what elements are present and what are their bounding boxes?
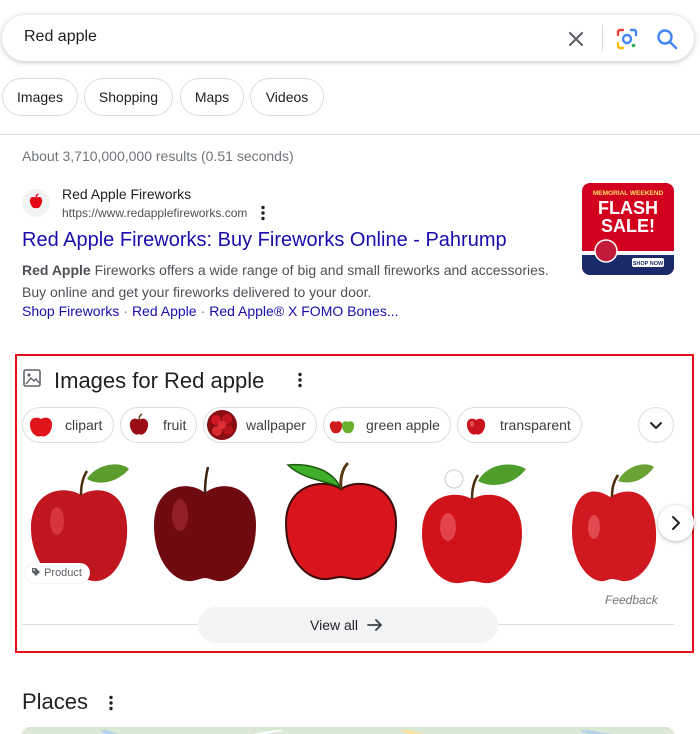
search-box[interactable]: Red apple (2, 15, 694, 61)
filter-chip-fruit[interactable]: fruit (120, 407, 197, 443)
expand-filters-button[interactable] (638, 407, 674, 443)
filter-chip-label: clipart (65, 417, 103, 433)
shiny-red-apple-image (408, 457, 538, 587)
fruit-apple-icon (124, 410, 154, 440)
chevron-right-icon (672, 516, 680, 530)
filter-chip-clipart[interactable]: clipart (22, 407, 114, 443)
result-stats: About 3,710,000,000 results (0.51 second… (22, 148, 294, 164)
dark-red-apple-image (140, 457, 270, 587)
snippet-text: Fireworks offers a wide range of big and… (22, 262, 549, 300)
result-title-link[interactable]: Red Apple Fireworks: Buy Fireworks Onlin… (22, 229, 507, 252)
snippet-highlight: Red Apple (22, 262, 91, 278)
apple-favicon-icon (29, 193, 43, 209)
filter-chip-transparent[interactable]: transparent (457, 407, 582, 443)
image-result-3[interactable] (274, 457, 404, 587)
arrow-right-icon (367, 619, 382, 631)
filter-chip-label: wallpaper (246, 417, 306, 433)
filter-chip-label: fruit (163, 417, 187, 433)
three-dot-menu-icon[interactable] (104, 694, 118, 712)
clipart-apple-icon (26, 410, 56, 440)
image-result-5[interactable] (542, 457, 674, 587)
filter-chip-green-apple[interactable]: green apple (323, 407, 451, 443)
sitelink-separator: · (123, 303, 128, 319)
tab-images[interactable]: Images (2, 78, 78, 116)
feedback-link[interactable]: Feedback (605, 593, 658, 607)
filter-chip-label: transparent (500, 417, 571, 433)
sitelink-shop-fireworks[interactable]: Shop Fireworks (22, 303, 119, 319)
images-section-title[interactable]: Images for Red apple (54, 368, 264, 394)
result-snippet: Red Apple Fireworks offers a wide range … (22, 259, 562, 303)
result-thumbnail[interactable]: MEMORIAL WEEKEND FLASH SALE! SHOP NOW (582, 183, 674, 275)
image-result-2[interactable] (140, 457, 270, 587)
google-lens-icon[interactable] (614, 26, 640, 52)
image-icon (23, 369, 41, 387)
tab-shopping[interactable]: Shopping (84, 78, 173, 116)
sitelink-red-apple[interactable]: Red Apple (132, 303, 197, 319)
sitelink-separator: · (200, 303, 206, 319)
tab-maps[interactable]: Maps (180, 78, 244, 116)
next-images-button[interactable] (658, 505, 694, 541)
map-preview (22, 728, 674, 734)
tab-videos[interactable]: Videos (250, 78, 324, 116)
thumb-top-line: MEMORIAL WEEKEND (593, 190, 664, 197)
close-icon[interactable] (564, 27, 588, 51)
view-all-button[interactable]: View all (198, 607, 498, 643)
thumb-line2: SALE! (601, 216, 655, 236)
thumb-line1: FLASH (598, 198, 658, 218)
product-badge-label: Product (44, 567, 82, 579)
result-site-name[interactable]: Red Apple Fireworks (62, 186, 191, 202)
three-dot-menu-icon[interactable] (293, 371, 307, 389)
tag-icon (32, 568, 40, 576)
header-divider (0, 134, 700, 135)
filter-chip-wallpaper[interactable]: wallpaper (203, 407, 317, 443)
view-all-label: View all (310, 617, 358, 633)
green-apple-icon (327, 410, 357, 440)
result-sitelinks: Shop Fireworks · Red Apple · Red Apple® X FO… (22, 303, 399, 319)
product-badge: Product (25, 563, 90, 583)
result-url[interactable]: https://www.redapplefireworks.com (62, 206, 247, 220)
transparent-apple-icon (461, 410, 491, 440)
search-results-page: Red apple Images Shopping Maps Videos Ab… (0, 0, 700, 734)
places-map[interactable] (22, 727, 674, 734)
site-favicon[interactable] (22, 189, 50, 217)
search-icon[interactable] (654, 26, 680, 52)
three-dot-menu-icon[interactable] (256, 204, 270, 222)
clipart-apple-image (274, 457, 404, 587)
chevron-down-icon (650, 422, 662, 429)
sitelink-fomo-bones[interactable]: Red Apple® X FOMO Bones... (209, 303, 398, 319)
flash-sale-thumbnail: MEMORIAL WEEKEND FLASH SALE! SHOP NOW (582, 183, 674, 275)
search-divider (602, 25, 603, 51)
places-section-title[interactable]: Places (22, 689, 88, 715)
search-query[interactable]: Red apple (24, 28, 97, 46)
thumb-button: SHOP NOW (633, 261, 664, 267)
wallpaper-apples-icon (207, 410, 237, 440)
image-result-4[interactable] (408, 457, 538, 587)
filter-chip-label: green apple (366, 417, 440, 433)
bright-red-apple-image (542, 457, 674, 587)
